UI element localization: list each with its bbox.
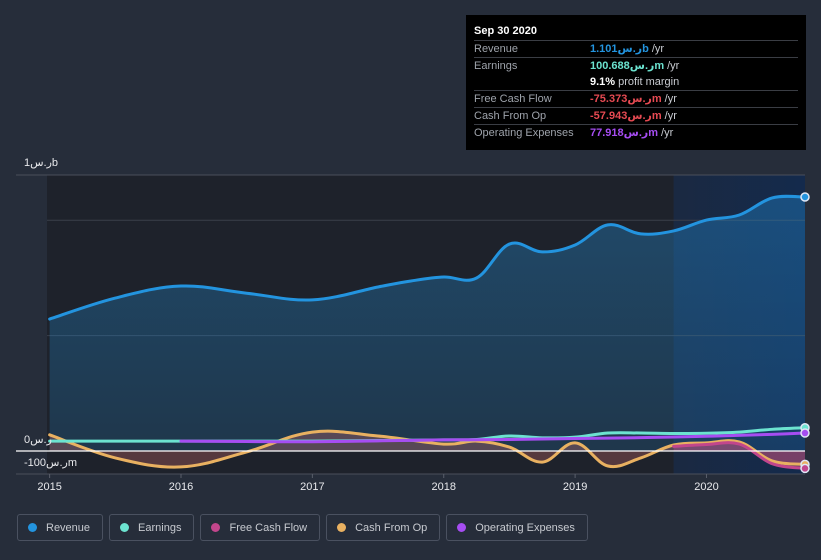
revenue-end-marker[interactable] — [800, 192, 810, 202]
tooltip-label: Cash From Op — [474, 110, 547, 122]
tooltip-value: 77.918ر.سm — [590, 127, 659, 139]
legend-item-earnings[interactable]: Earnings — [109, 514, 195, 541]
tooltip-row: Operating Expenses 77.918ر.سm/yr — [474, 125, 798, 141]
tooltip-label: Earnings — [474, 60, 518, 72]
tooltip-row: Free Cash Flow -75.373ر.سm/yr — [474, 91, 798, 108]
x-tick-label: 2015 — [37, 481, 62, 493]
tooltip-row: Revenue 1.101ر.سb/yr — [474, 41, 798, 58]
legend-label: Free Cash Flow — [229, 521, 308, 534]
tooltip-value: -75.373ر.سm — [590, 93, 662, 105]
tooltip-value: 100.688ر.سm — [590, 60, 665, 72]
legend-label: Cash From Op — [355, 521, 428, 534]
x-tick-label: 2017 — [300, 481, 325, 493]
tooltip-unit: /yr — [664, 110, 677, 122]
operating-expenses-end-marker[interactable] — [800, 428, 810, 438]
tooltip-unit: /yr — [651, 43, 665, 55]
legend-item-free-cash-flow[interactable]: Free Cash Flow — [200, 514, 321, 541]
tooltip-value: -57.943ر.سm — [590, 110, 662, 122]
legend-dot-icon — [120, 523, 130, 532]
tooltip-row: 9.1% profit margin — [474, 74, 798, 91]
legend-dot-icon — [457, 523, 467, 532]
legend-item-operating-expenses[interactable]: Operating Expenses — [446, 514, 588, 541]
tooltip: Sep 30 2020 Revenue 1.101ر.سb/yr Earnings 1… — [466, 15, 806, 150]
y-label-zero: 0ر.س — [24, 434, 52, 446]
tooltip-value: 1.101ر.سb — [590, 43, 649, 55]
legend-dot-icon — [337, 523, 347, 532]
tooltip-label: Operating Expenses — [474, 127, 574, 139]
y-label-top: 1ر.سb — [24, 157, 59, 169]
tooltip-row: Earnings 100.688ر.سm/yr — [474, 58, 798, 74]
x-tick-label: 2016 — [168, 481, 194, 493]
legend: Revenue Earnings Free Cash Flow Cash From O… — [17, 514, 588, 541]
x-tick-label: 2019 — [562, 481, 588, 493]
legend-item-cash-from-op[interactable]: Cash From Op — [326, 514, 441, 541]
legend-dot-icon — [211, 523, 221, 532]
free-cash-flow-end-marker[interactable] — [800, 463, 810, 474]
y-label-bottom: -100ر.سm — [24, 457, 77, 469]
tooltip-unit: /yr — [661, 127, 674, 139]
x-tick-label: 2018 — [431, 481, 456, 493]
tooltip-value: 9.1% — [590, 76, 616, 88]
legend-dot-icon — [28, 523, 37, 532]
tooltip-label — [474, 74, 590, 90]
legend-label: Revenue — [46, 521, 91, 534]
tooltip-unit: /yr — [667, 60, 680, 72]
tooltip-label: Free Cash Flow — [474, 93, 552, 105]
legend-label: Operating Expenses — [475, 521, 575, 534]
legend-item-revenue[interactable]: Revenue — [17, 514, 104, 541]
tooltip-unit: /yr — [664, 93, 677, 105]
tooltip-unit: profit margin — [618, 76, 680, 88]
tooltip-label: Revenue — [474, 43, 519, 55]
legend-label: Earnings — [138, 521, 182, 534]
tooltip-row: Cash From Op -57.943ر.سm/yr — [474, 108, 798, 125]
tooltip-date: Sep 30 2020 — [474, 23, 798, 41]
x-tick-label: 2020 — [694, 481, 719, 493]
